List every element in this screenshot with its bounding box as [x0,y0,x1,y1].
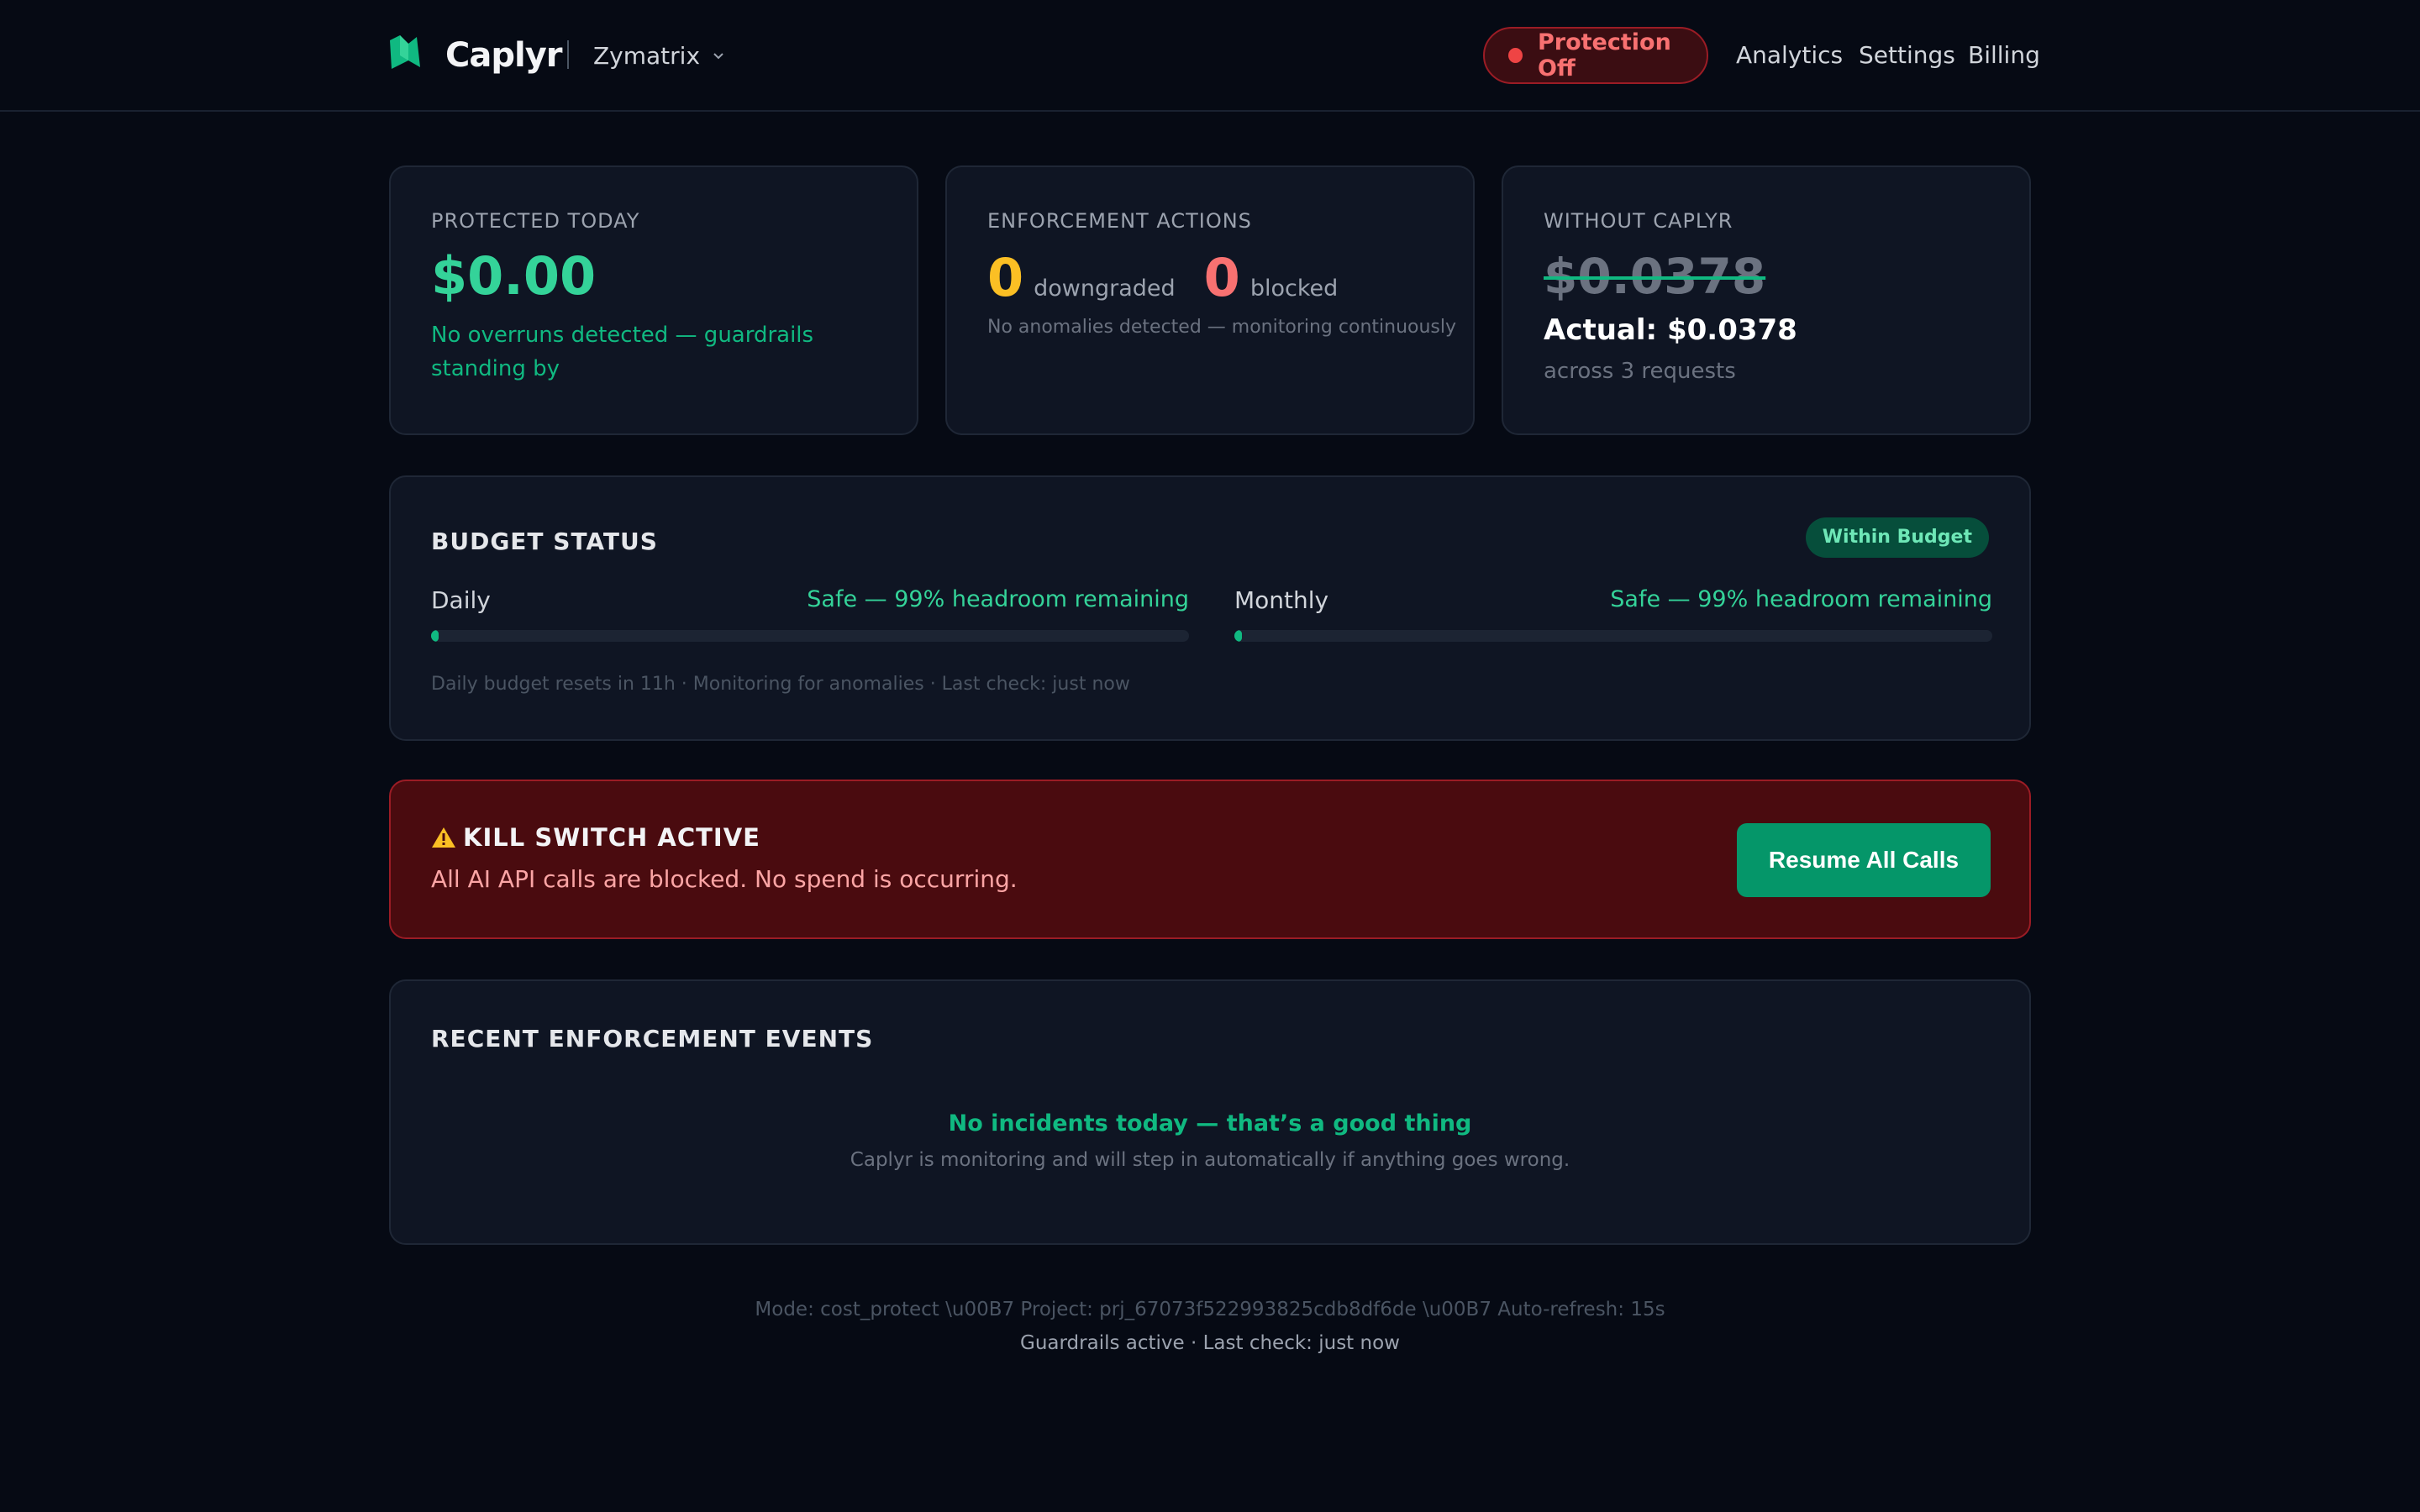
resume-all-calls-button[interactable]: Resume All Calls [1737,823,1991,897]
protected-today-label: PROTECTED TODAY [431,209,640,233]
without-caplyr-card: WITHOUT CAPLYR $0.0378 Actual: $0.0378 a… [1502,165,2031,435]
downgraded-label: downgraded [1034,276,1176,302]
footer-mode-info: Mode: cost_protect \u00B7 Project: prj_6… [755,1299,1665,1320]
kill-switch-banner: KILL SWITCH ACTIVE All AI API calls are … [389,780,2031,939]
kill-switch-message: All AI API calls are blocked. No spend i… [431,865,1018,893]
daily-budget: Daily Safe — 99% headroom remaining [431,586,1189,642]
without-caplyr-label: WITHOUT CAPLYR [1544,209,1733,233]
daily-budget-progress [431,630,1189,642]
top-header: Caplyr Zymatrix Protection Off Analytics… [0,0,2420,112]
nav-analytics[interactable]: Analytics [1736,37,1843,74]
daily-budget-status: Safe — 99% headroom remaining [807,586,1189,612]
without-caplyr-amount: $0.0378 [1544,248,1766,305]
protected-today-amount: $0.00 [431,245,597,307]
project-switcher[interactable]: Zymatrix [593,37,727,74]
protection-label: Protection Off [1537,29,1671,81]
brand-name[interactable]: Caplyr [445,34,562,77]
request-count-note: across 3 requests [1544,359,1736,384]
monthly-budget-progress-fill [1234,630,1243,642]
within-budget-badge: Within Budget [1805,517,1989,558]
project-name: Zymatrix [593,41,701,70]
enforcement-note: No anomalies detected — monitoring conti… [987,317,1457,338]
nav-settings[interactable]: Settings [1859,37,1955,74]
kill-switch-title: KILL SWITCH ACTIVE [463,823,760,852]
protection-toggle-button[interactable]: Protection Off [1483,27,1708,84]
blocked-count: 0 [1203,247,1240,308]
events-empty-title: No incidents today — that’s a good thing [948,1110,1472,1137]
protected-today-note: No overruns detected — guardrails standi… [431,323,814,381]
warning-icon [432,827,455,848]
enforcement-counts: 0 downgraded 0 blocked [987,244,1366,312]
status-dot-icon [1508,48,1523,63]
daily-budget-label: Daily [431,586,491,614]
kill-switch-heading: KILL SWITCH ACTIVE [431,823,760,852]
chevron-down-icon [713,53,723,60]
daily-budget-progress-fill [431,630,439,642]
budget-status-card: BUDGET STATUS Within Budget Daily Safe —… [389,475,2031,741]
monthly-budget-status: Safe — 99% headroom remaining [1610,586,1992,612]
blocked-label: blocked [1249,276,1339,302]
monthly-budget-progress [1234,630,1992,642]
footer-status: Guardrails active · Last check: just now [1020,1332,1400,1354]
protected-today-card: PROTECTED TODAY $0.00 No overruns detect… [389,165,918,435]
brand-divider [567,40,569,69]
recent-events-card: RECENT ENFORCEMENT EVENTS No incidents t… [389,979,2031,1245]
nav-billing[interactable]: Billing [1968,37,2040,74]
enforcement-actions-label: ENFORCEMENT ACTIONS [987,209,1252,233]
caplyr-logo-icon[interactable] [388,34,422,72]
events-empty-subtitle: Caplyr is monitoring and will step in au… [850,1149,1570,1171]
enforcement-actions-card: ENFORCEMENT ACTIONS 0 downgraded 0 block… [945,165,1475,435]
actual-cost: Actual: $0.0378 [1544,313,1797,347]
downgraded-count: 0 [987,247,1024,308]
recent-events-title: RECENT ENFORCEMENT EVENTS [431,1025,874,1053]
monthly-budget-label: Monthly [1234,586,1329,614]
budget-status-title: BUDGET STATUS [431,528,658,555]
monthly-budget: Monthly Safe — 99% headroom remaining [1234,586,1992,642]
budget-footer: Daily budget resets in 11h · Monitoring … [431,674,1130,695]
